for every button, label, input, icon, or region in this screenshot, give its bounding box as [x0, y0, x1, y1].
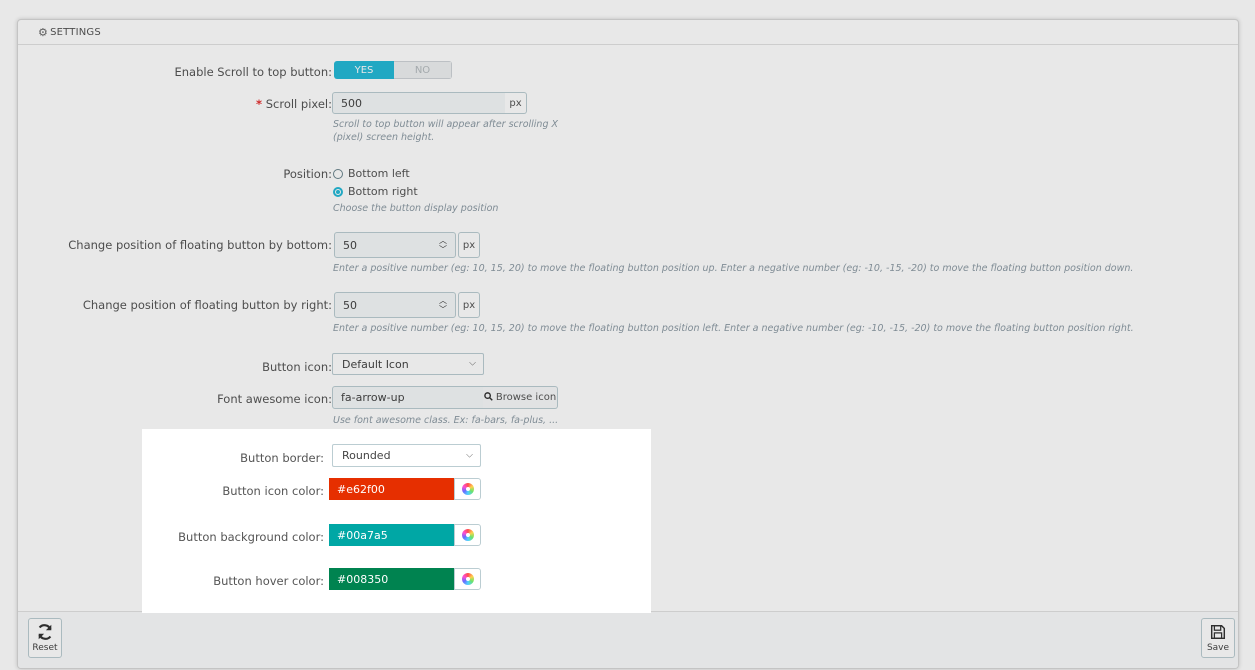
scroll-pixel-help-line1: Scroll to top button will appear after s… — [333, 119, 558, 130]
position-label: Position: — [283, 167, 332, 181]
enable-scroll-label: Enable Scroll to top button: — [174, 65, 332, 79]
icon-color-label: Button icon color: — [222, 484, 324, 498]
color-wheel-icon — [461, 483, 474, 495]
fa-icon-label: Font awesome icon: — [217, 392, 332, 406]
pos-right-unit: px — [458, 292, 480, 318]
scroll-pixel-label: * Scroll pixel: — [256, 97, 332, 111]
pos-right-label: Change position of floating button by ri… — [82, 298, 332, 312]
reset-button[interactable]: Reset — [28, 618, 62, 658]
button-icon-value: Default Icon — [342, 357, 409, 371]
reset-label: Reset — [32, 643, 58, 653]
pos-bottom-help: Enter a positive number (eg: 10, 15, 20)… — [333, 263, 1134, 274]
icon-color-picker-button[interactable] — [454, 478, 481, 500]
hover-color-label: Button hover color: — [213, 574, 324, 588]
radio-bottom-left[interactable]: Bottom left — [333, 167, 410, 180]
refresh-icon — [38, 624, 52, 640]
save-icon — [1210, 624, 1226, 640]
position-help: Choose the button display position — [333, 203, 499, 214]
scroll-pixel-help: Scroll to top button will appear after s… — [333, 118, 558, 144]
pos-bottom-input[interactable]: 50 ︿ ﹀ — [334, 232, 456, 258]
fa-icon-input[interactable]: fa-arrow-up — [332, 386, 484, 409]
cogs-icon: ⚙ — [38, 25, 49, 39]
pos-bottom-unit: px — [458, 232, 480, 258]
button-icon-label: Button icon: — [262, 360, 332, 374]
highlight-section: Button border: Rounded ⌵ Button icon col… — [142, 429, 651, 613]
bg-color-picker-button[interactable] — [454, 524, 481, 546]
hover-color-picker-button[interactable] — [454, 568, 481, 590]
radio-bottom-right-label: Bottom right — [348, 185, 418, 198]
hover-color-input[interactable]: #008350 — [329, 568, 454, 590]
button-border-value: Rounded — [342, 449, 391, 462]
fa-icon-help: Use font awesome class. Ex: fa-bars, fa-… — [333, 415, 559, 426]
save-button[interactable]: Save — [1201, 618, 1235, 658]
pos-bottom-value: 50 — [343, 238, 357, 252]
bg-color-input[interactable]: #00a7a5 — [329, 524, 454, 546]
color-wheel-icon — [461, 573, 474, 585]
scroll-pixel-unit: px — [505, 92, 527, 114]
stepper-icon[interactable]: ︿ ﹀ — [437, 236, 449, 254]
required-mark: * — [256, 97, 263, 111]
icon-color-input[interactable]: #e62f00 — [329, 478, 454, 500]
radio-bottom-right[interactable]: Bottom right — [333, 185, 418, 198]
panel-header: ⚙ SETTINGS — [18, 20, 1238, 45]
save-label: Save — [1206, 643, 1230, 653]
bg-color-label: Button background color: — [178, 530, 324, 544]
panel-title: SETTINGS — [50, 26, 101, 38]
radio-dot-bottom-left[interactable] — [333, 168, 343, 179]
enable-scroll-toggle: YES NO — [334, 61, 452, 79]
stepper-icon[interactable]: ︿ ﹀ — [437, 296, 449, 314]
panel-footer: Reset Save — [18, 611, 1238, 668]
button-border-label: Button border: — [240, 451, 324, 465]
scroll-pixel-help-line2: (pixel) screen height. — [333, 132, 435, 143]
button-border-select[interactable]: Rounded ⌵ — [332, 444, 481, 467]
radio-dot-bottom-right[interactable] — [333, 186, 343, 197]
browse-icon-button[interactable]: Browse icon — [483, 386, 558, 409]
toggle-no-button[interactable]: NO — [394, 61, 452, 79]
chevron-down-icon: ⌵ — [466, 450, 473, 460]
chevron-down-icon: ⌵ — [469, 358, 476, 369]
pos-right-help: Enter a positive number (eg: 10, 15, 20)… — [333, 323, 1134, 334]
scroll-pixel-label-text: Scroll pixel: — [265, 97, 332, 111]
search-icon — [484, 391, 493, 404]
toggle-yes-button[interactable]: YES — [334, 61, 394, 79]
scroll-pixel-input[interactable]: 500 — [332, 92, 506, 114]
radio-bottom-left-label: Bottom left — [348, 167, 410, 180]
pos-bottom-label: Change position of floating button by bo… — [68, 238, 332, 252]
button-icon-select[interactable]: Default Icon ⌵ — [332, 353, 484, 375]
color-wheel-icon — [461, 529, 474, 541]
pos-right-value: 50 — [343, 298, 357, 312]
pos-right-input[interactable]: 50 ︿ ﹀ — [334, 292, 456, 318]
browse-icon-label: Browse icon — [495, 392, 557, 403]
